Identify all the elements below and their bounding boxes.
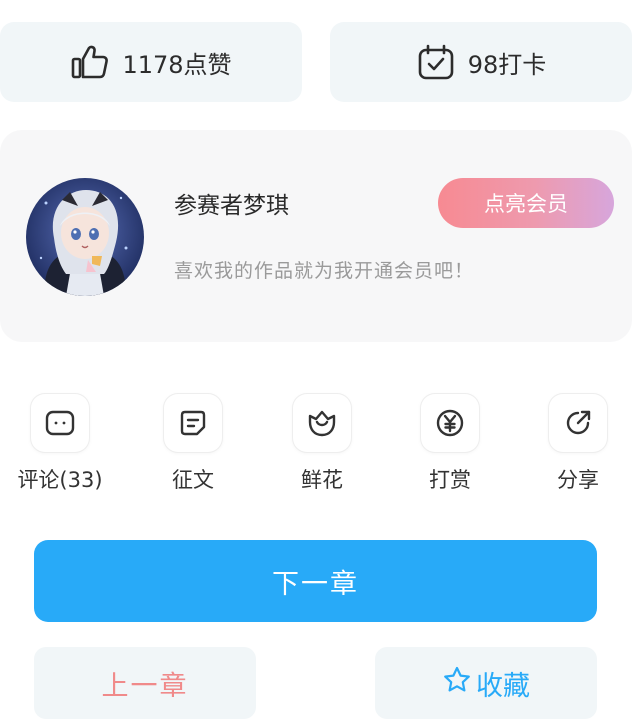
likes-count: 1178点赞 (122, 50, 232, 79)
author-name: 参赛者梦琪 (174, 193, 289, 219)
yen-icon[interactable] (421, 394, 479, 452)
previous-chapter-button[interactable]: 上一章 (34, 647, 256, 719)
checkins-count: 98打卡 (467, 50, 547, 79)
flower-icon[interactable] (293, 394, 351, 452)
checkin-button[interactable]: 98打卡 (330, 22, 632, 102)
flower-action[interactable]: 鲜花 (262, 394, 382, 494)
collect-label: 收藏 (476, 670, 530, 702)
light-up-member-button[interactable]: 点亮会员 (438, 178, 614, 228)
comment-action[interactable]: 评论(33) (0, 394, 120, 494)
reward-action[interactable]: 打赏 (390, 394, 510, 494)
star-icon (442, 665, 472, 702)
avatar[interactable] (26, 178, 144, 296)
comment-icon[interactable] (31, 394, 89, 452)
like-button[interactable]: 1178点赞 (0, 22, 302, 102)
comment-label: 评论(33) (17, 468, 103, 492)
member-slogan: 喜欢我的作品就为我开通会员吧！ (174, 260, 475, 282)
essay-label: 征文 (172, 468, 214, 492)
reward-label: 打赏 (429, 468, 471, 492)
share-icon[interactable] (549, 394, 607, 452)
essay-action[interactable]: 征文 (133, 394, 253, 494)
document-icon[interactable] (164, 394, 222, 452)
next-chapter-button[interactable]: 下一章 (34, 540, 597, 622)
calendar-check-icon (416, 42, 456, 82)
share-label: 分享 (557, 468, 599, 492)
thumbs-up-icon (70, 42, 110, 82)
flower-label: 鲜花 (301, 468, 343, 492)
collect-button[interactable]: 收藏 (375, 647, 597, 719)
share-action[interactable]: 分享 (518, 394, 638, 494)
member-card: 参赛者梦琪 点亮会员 喜欢我的作品就为我开通会员吧！ (0, 130, 632, 342)
